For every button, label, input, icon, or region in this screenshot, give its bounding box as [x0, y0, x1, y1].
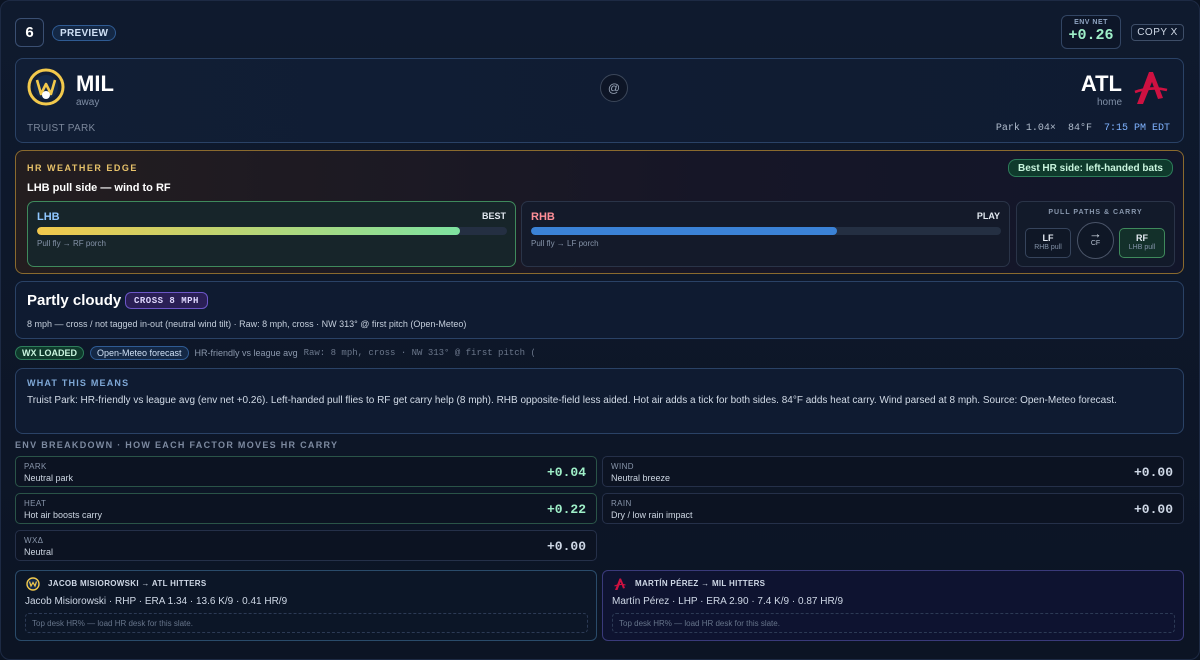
lf-label: LF: [1042, 233, 1054, 243]
factor-wxd-name: WXΔ: [24, 536, 44, 545]
brewers-logo-icon: [27, 68, 65, 106]
pitcher-atl-line: Martín Pérez · LHP · ERA 2.90 · 7.4 K/9 …: [612, 596, 844, 607]
factor-wxd: WXΔ Neutral +0.00: [15, 530, 597, 561]
pitcher-atl-note[interactable]: Top desk HR% — load HR desk for this sla…: [612, 613, 1175, 633]
lhb-label: LHB: [37, 211, 60, 223]
lhb-tag: BEST: [481, 211, 506, 221]
means-body: Truist Park: HR-friendly vs league avg (…: [27, 395, 1117, 406]
factor-wind-name: WIND: [611, 462, 634, 471]
hr-edge-subtitle: LHB pull side — wind to RF: [27, 182, 171, 194]
braves-logo-icon: [1131, 68, 1169, 106]
rhb-side-card[interactable]: RHB PLAY Pull fly → LF porch: [521, 201, 1010, 267]
pitcher-mil-line: Jacob Misiorowski · RHP · ERA 1.34 · 13.…: [25, 596, 288, 607]
lf-box: LF RHB pull: [1025, 228, 1071, 258]
factor-rain-desc: Dry / low rain impact: [611, 510, 693, 520]
lf-sub: RHB pull: [1034, 244, 1062, 251]
weather-detail: 8 mph — cross / not tagged in-out (neutr…: [27, 319, 467, 329]
env-net-value: +0.26: [1068, 27, 1114, 44]
wx-loaded-badge: WX LOADED: [15, 346, 84, 360]
what-this-means-panel: WHAT THIS MEANS Truist Park: HR-friendly…: [15, 368, 1184, 434]
best-side-badge: Best HR side: left-handed bats: [1007, 159, 1173, 177]
lhb-progress-track: [37, 227, 507, 235]
factor-wind-value: +0.00: [1133, 465, 1173, 480]
rhb-label: RHB: [531, 211, 555, 223]
cf-circle: → CF: [1077, 222, 1114, 259]
source-badge: Open-Meteo forecast: [90, 346, 189, 360]
temperature: 84°F: [1067, 123, 1092, 134]
hr-friendly-text: HR-friendly vs league avg: [194, 348, 298, 358]
env-net-label: ENV NET: [1074, 19, 1108, 26]
env-net-box: ENV NET +0.26: [1061, 15, 1121, 49]
game-time: 7:15 PM EDT: [1103, 123, 1170, 134]
at-symbol: @: [600, 74, 628, 102]
means-title: WHAT THIS MEANS: [27, 378, 130, 388]
rf-box: RF LHB pull: [1119, 228, 1165, 258]
factor-heat-name: HEAT: [24, 499, 47, 508]
factor-heat: HEAT Hot air boosts carry +0.22: [15, 493, 597, 524]
factor-rain-value: +0.00: [1133, 502, 1173, 517]
brewers-mini-logo-icon: [26, 577, 40, 591]
lhb-side-card[interactable]: LHB BEST Pull fly → RF porch: [27, 201, 516, 267]
game-card: 6 PREVIEW ENV NET +0.26 COPY X MIL away …: [0, 0, 1200, 660]
game-number-badge: 6: [15, 18, 44, 47]
pitcher-card-mil: JACOB MISIOROWSKI → ATL HITTERS Jacob Mi…: [15, 570, 597, 641]
hr-edge-title: HR WEATHER EDGE: [27, 163, 138, 173]
pitcher-card-atl: MARTÍN PÉREZ → MIL HITTERS Martín Pérez …: [602, 570, 1184, 641]
factor-park-name: PARK: [24, 462, 47, 471]
pitcher-atl-title: MARTÍN PÉREZ → MIL HITTERS: [635, 579, 766, 588]
copy-x-button[interactable]: COPY X: [1131, 24, 1184, 41]
rhb-tag: PLAY: [976, 211, 1000, 221]
status-badges-row: WX LOADED Open-Meteo forecast HR-friendl…: [15, 346, 534, 360]
factor-rain: RAIN Dry / low rain impact +0.00: [602, 493, 1184, 524]
home-team-role: home: [1096, 97, 1122, 108]
venue-name: TRUIST PARK: [27, 123, 96, 134]
factor-wind-desc: Neutral breeze: [611, 473, 671, 483]
factor-heat-desc: Hot air boosts carry: [24, 510, 103, 520]
raw-wind-text: Raw: 8 mph, cross · NW 313° @ first pitc…: [303, 348, 534, 358]
wind-pill: CROSS 8 MPH: [125, 292, 208, 309]
braves-mini-logo-icon: [613, 577, 627, 591]
factor-wind: WIND Neutral breeze +0.00: [602, 456, 1184, 487]
factor-wxd-desc: Neutral: [24, 547, 54, 557]
park-info: Park 1.04× 84°F 7:15 PM EDT: [996, 123, 1170, 134]
factor-wxd-value: +0.00: [546, 539, 586, 554]
lhb-desc: Pull fly → RF porch: [37, 239, 106, 248]
hr-weather-edge-panel: HR WEATHER EDGE LHB pull side — wind to …: [15, 150, 1184, 274]
factor-park: PARK Neutral park +0.04: [15, 456, 597, 487]
pitcher-mil-title: JACOB MISIOROWSKI → ATL HITTERS: [48, 579, 207, 588]
rf-label: RF: [1136, 233, 1148, 243]
pull-paths-box: PULL PATHS & CARRY LF RHB pull → CF RF L…: [1016, 201, 1175, 267]
wind-arrow-icon: →: [1089, 226, 1102, 241]
preview-badge: PREVIEW: [52, 25, 117, 41]
pitcher-mil-note[interactable]: Top desk HR% — load HR desk for this sla…: [25, 613, 588, 633]
factor-park-value: +0.04: [546, 465, 586, 480]
rf-sub: LHB pull: [1128, 244, 1156, 251]
rhb-progress-track: [531, 227, 1001, 235]
rhb-desc: Pull fly → LF porch: [531, 239, 599, 248]
park-factor: Park 1.04×: [995, 123, 1056, 134]
weather-condition: Partly cloudy: [27, 292, 122, 309]
home-team-abbr: ATL: [1080, 71, 1122, 96]
env-breakdown-title: ENV BREAKDOWN · HOW EACH FACTOR MOVES HR…: [15, 440, 339, 450]
weather-panel: Partly cloudy CROSS 8 MPH 8 mph — cross …: [15, 281, 1184, 339]
pull-paths-title: PULL PATHS & CARRY: [1048, 209, 1143, 216]
factor-park-desc: Neutral park: [24, 473, 74, 483]
matchup-panel: MIL away @ ATL home TRUIST PARK Park 1.0…: [15, 58, 1184, 143]
cf-label: CF: [1090, 240, 1101, 247]
away-team-role: away: [76, 97, 100, 108]
factor-rain-name: RAIN: [611, 499, 632, 508]
lhb-progress-fill: [37, 227, 460, 235]
rhb-progress-fill: [531, 227, 837, 235]
away-team-abbr: MIL: [76, 71, 114, 96]
factor-heat-value: +0.22: [546, 502, 586, 517]
